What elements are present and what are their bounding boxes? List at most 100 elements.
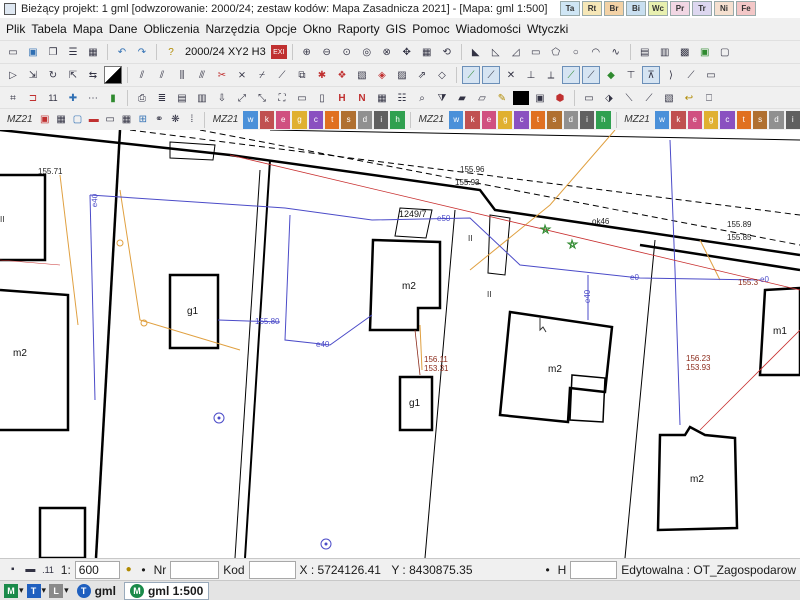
- quick-button-br[interactable]: Br: [604, 1, 624, 16]
- menu-gis[interactable]: GIS: [386, 22, 407, 36]
- snap-perpendicular-icon[interactable]: ⊥: [522, 66, 540, 84]
- zoom-in-icon[interactable]: ⊕: [298, 43, 316, 61]
- print-icon[interactable]: ⎙: [133, 89, 151, 107]
- layer-t-icon[interactable]: t: [530, 110, 546, 129]
- tab-map-gml[interactable]: M gml 1:500: [123, 581, 210, 600]
- layer-bar-icon[interactable]: ▭: [103, 111, 117, 129]
- bookmark-icon[interactable]: ▰: [453, 89, 471, 107]
- kod-input[interactable]: [248, 560, 296, 579]
- symbol-icon[interactable]: ✱: [313, 66, 331, 84]
- fence-icon[interactable]: ⋯: [84, 89, 102, 107]
- parcel-icon[interactable]: ⌗: [4, 89, 22, 107]
- layer-minus-icon[interactable]: ▬: [87, 111, 101, 129]
- tag-icon[interactable]: ⬗: [600, 89, 618, 107]
- snap-parallel-icon[interactable]: ⟋: [682, 66, 700, 84]
- layer-i-icon[interactable]: i: [374, 110, 389, 129]
- copy-icon[interactable]: ❐: [44, 43, 62, 61]
- pencil-icon[interactable]: ✎: [493, 89, 511, 107]
- minimize-list-button[interactable]: L ▾: [49, 583, 69, 598]
- hatch-icon[interactable]: ⫽: [133, 66, 151, 84]
- layer-e-icon[interactable]: e: [481, 110, 497, 129]
- layer-s-icon[interactable]: s: [341, 110, 356, 129]
- layer-i-icon[interactable]: i: [785, 110, 800, 129]
- line-icon[interactable]: ◺: [487, 43, 505, 61]
- table-icon[interactable]: ▦: [84, 43, 102, 61]
- lock-icon[interactable]: ●: [120, 561, 138, 579]
- snap-center-icon[interactable]: ◆: [602, 66, 620, 84]
- exit-icon[interactable]: EXI: [270, 45, 287, 59]
- layer-w-icon[interactable]: w: [243, 110, 258, 129]
- area-icon[interactable]: ⛶: [273, 89, 291, 107]
- layer-e-icon[interactable]: e: [276, 110, 291, 129]
- cross-icon[interactable]: ✚: [64, 89, 82, 107]
- menu-wtyczki[interactable]: Wtyczki: [527, 22, 568, 36]
- layer-group-3[interactable]: MZ21: [416, 114, 448, 125]
- grid-icon[interactable]: ▦: [418, 43, 436, 61]
- slash-icon[interactable]: ⟋: [640, 89, 658, 107]
- layer-c-icon[interactable]: c: [514, 110, 529, 129]
- export-icon[interactable]: ▥: [193, 89, 211, 107]
- color-fill-icon[interactable]: [104, 66, 122, 84]
- zoom-out-icon[interactable]: ⊖: [318, 43, 336, 61]
- save-icon[interactable]: ▣: [24, 43, 42, 61]
- hatch-edit-icon[interactable]: ⫽: [153, 66, 171, 84]
- snap-grid-icon[interactable]: ▭: [702, 66, 720, 84]
- layer-e-icon[interactable]: e: [687, 110, 702, 129]
- stack-icon[interactable]: ≣: [153, 89, 171, 107]
- layer-g-icon[interactable]: g: [498, 110, 513, 129]
- layer-d-icon[interactable]: d: [357, 110, 373, 129]
- break-icon[interactable]: ✂: [213, 66, 231, 84]
- menu-mapa[interactable]: Mapa: [73, 22, 103, 36]
- menu-tabela[interactable]: Tabela: [31, 22, 66, 36]
- point-icon[interactable]: ◣: [467, 43, 485, 61]
- scale-icon[interactable]: ⇱: [64, 66, 82, 84]
- report-icon[interactable]: ▤: [173, 89, 191, 107]
- layer-group-4[interactable]: MZ21: [621, 114, 653, 125]
- rectangle-icon[interactable]: ▭: [527, 43, 545, 61]
- attributes-icon[interactable]: ▥: [656, 43, 674, 61]
- menu-plik[interactable]: Plik: [6, 22, 25, 36]
- list-icon[interactable]: ☰: [64, 43, 82, 61]
- circle-icon[interactable]: ○: [567, 43, 585, 61]
- zoom-extents-icon[interactable]: ⊗: [378, 43, 396, 61]
- table-view-icon[interactable]: ▦: [373, 89, 391, 107]
- extend-icon[interactable]: ⟋: [273, 66, 291, 84]
- snap-node-icon[interactable]: ⊼: [642, 66, 660, 84]
- quick-button-bi[interactable]: Bi: [626, 1, 646, 16]
- menu-obliczenia[interactable]: Obliczenia: [143, 22, 199, 36]
- nr-input[interactable]: [170, 560, 220, 579]
- help-icon[interactable]: ?: [162, 43, 180, 61]
- layer-grid-icon[interactable]: ▦: [119, 111, 133, 129]
- zoom-previous-icon[interactable]: ◎: [358, 43, 376, 61]
- number-icon[interactable]: 11: [44, 89, 62, 107]
- hatch-cross-icon[interactable]: ⫼: [173, 66, 191, 84]
- layer-k-icon[interactable]: k: [671, 110, 686, 129]
- sheet-icon[interactable]: ▯: [313, 89, 331, 107]
- coord-system-label[interactable]: 2000/24 XY2 H3: [182, 46, 269, 58]
- quick-button-ni[interactable]: Ni: [714, 1, 734, 16]
- snap-end-icon[interactable]: ⟋: [482, 66, 500, 84]
- layer-w-icon[interactable]: w: [449, 110, 464, 129]
- minimize-map-button[interactable]: M ▾: [4, 583, 24, 598]
- picture-icon[interactable]: ▣: [531, 89, 549, 107]
- vertex-icon[interactable]: ◇: [433, 66, 451, 84]
- zoom-window-icon[interactable]: ⊙: [338, 43, 356, 61]
- arc-icon[interactable]: ◠: [587, 43, 605, 61]
- layer-t-icon[interactable]: t: [736, 110, 751, 129]
- document-icon[interactable]: ▭: [293, 89, 311, 107]
- polygon-icon[interactable]: ⬠: [547, 43, 565, 61]
- h-icon[interactable]: H: [333, 89, 351, 107]
- snap-intersection-icon[interactable]: ⟂: [542, 66, 560, 84]
- polyline-icon[interactable]: ◿: [507, 43, 525, 61]
- battery-icon[interactable]: ▮: [104, 89, 122, 107]
- distance-icon[interactable]: ⤡: [253, 89, 271, 107]
- black-square-icon[interactable]: [513, 91, 529, 105]
- quick-button-fe[interactable]: Fe: [736, 1, 756, 16]
- layer-d-icon[interactable]: d: [563, 110, 578, 129]
- measure-icon[interactable]: ⤢: [233, 89, 251, 107]
- redo-icon[interactable]: ↷: [133, 43, 151, 61]
- note-icon[interactable]: ▱: [473, 89, 491, 107]
- arrow-icon[interactable]: ⇗: [413, 66, 431, 84]
- window-icon[interactable]: ▢: [716, 43, 734, 61]
- layer-s-icon[interactable]: s: [752, 110, 768, 129]
